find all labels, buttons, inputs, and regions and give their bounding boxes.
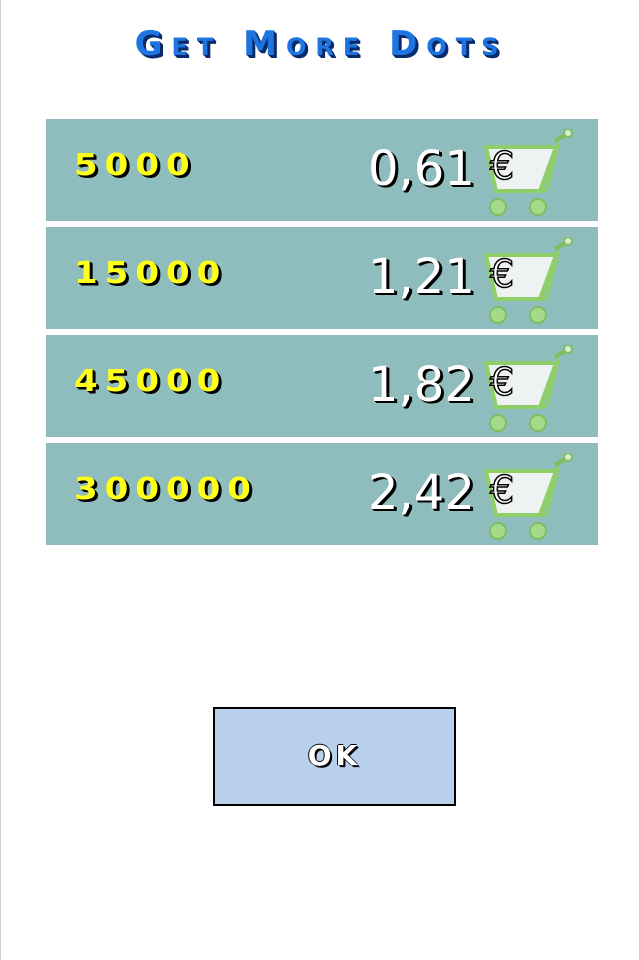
shopping-cart-icon[interactable]: €	[480, 453, 576, 543]
euro-symbol: €	[490, 252, 514, 296]
ok-button-label: OK	[307, 739, 362, 772]
offer-amount: 45000	[74, 363, 228, 399]
shopping-cart-icon[interactable]: €	[480, 129, 576, 219]
offer-price: 0,61	[368, 141, 475, 197]
euro-symbol: €	[490, 360, 514, 404]
euro-symbol: €	[490, 144, 514, 188]
shopping-cart-icon[interactable]: €	[480, 345, 576, 435]
offer-row-300000[interactable]: 300000 2,42 €	[46, 443, 598, 545]
offer-price: 1,21	[368, 249, 475, 305]
euro-symbol: €	[490, 468, 514, 512]
offer-amount: 15000	[74, 255, 228, 291]
offer-row-5000[interactable]: 5000 0,61 €	[46, 119, 598, 221]
offer-amount: 300000	[74, 471, 258, 507]
ok-button[interactable]: OK	[213, 707, 456, 806]
offer-amount: 5000	[74, 147, 197, 183]
offer-list: 5000 0,61 € 15000 1,21 € 45000 1,82 € 30…	[46, 119, 598, 551]
shopping-cart-icon[interactable]: €	[480, 237, 576, 327]
page-title: Get More Dots	[134, 24, 508, 64]
offer-price: 1,82	[368, 357, 475, 413]
offer-row-45000[interactable]: 45000 1,82 €	[46, 335, 598, 437]
offer-row-15000[interactable]: 15000 1,21 €	[46, 227, 598, 329]
offer-price: 2,42	[368, 465, 475, 521]
